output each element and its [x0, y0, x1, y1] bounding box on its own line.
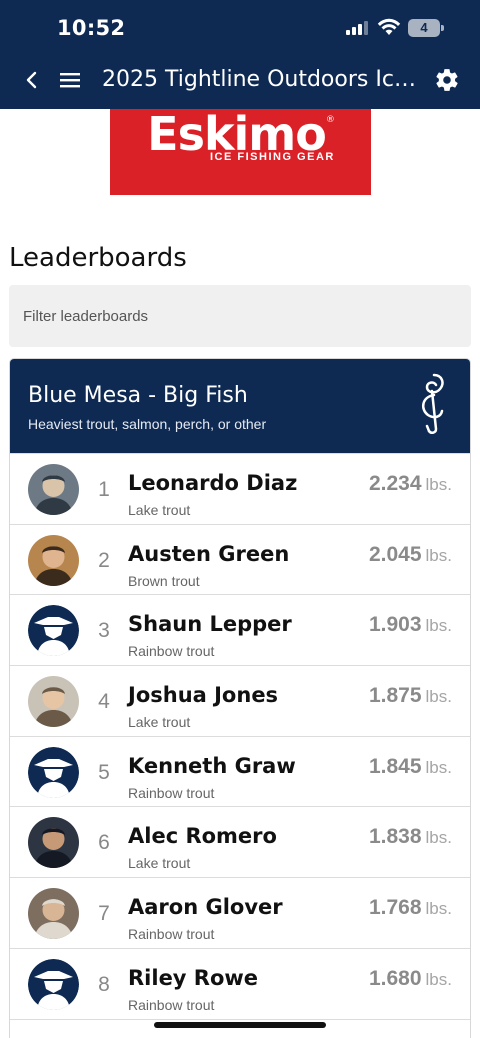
leaderboard-row[interactable]: 6 Alec Romero Lake trout 1.838 lbs.	[10, 806, 470, 878]
angler-name: Riley Rowe	[128, 965, 259, 990]
catch-weight: 1.875 lbs.	[369, 684, 452, 708]
angler-photo-avatar	[28, 676, 79, 728]
app-bar-title: 2025 Tightline Outdoors Ice Fishing Tour…	[102, 67, 420, 92]
catch-weight: 2.045 lbs.	[369, 543, 452, 567]
angler-name: Joshua Jones	[128, 683, 279, 708]
rank-number: 6	[98, 831, 110, 855]
weight-unit: lbs.	[425, 899, 452, 919]
rank-number: 3	[98, 619, 110, 643]
weight-value: 1.903	[368, 613, 422, 637]
back-chevron-icon[interactable]	[20, 68, 44, 92]
status-bar: 10:52 4	[0, 0, 480, 54]
fish-species: Rainbow trout	[128, 643, 215, 660]
cellular-signal-icon	[346, 21, 370, 35]
angler-photo-avatar	[28, 534, 79, 586]
weight-value: 1.845	[368, 754, 422, 778]
angler-name: Shaun Lepper	[128, 612, 292, 637]
default-angler-avatar-icon	[28, 958, 79, 1010]
leaderboard-header[interactable]: Blue Mesa - Big Fish Heaviest trout, sal…	[10, 359, 470, 453]
fish-species: Rainbow trout	[128, 926, 215, 943]
filter-leaderboards-input[interactable]	[9, 285, 471, 347]
weight-value: 1.875	[368, 684, 422, 708]
page-title: Leaderboards	[9, 243, 187, 273]
leaderboard-row[interactable]: 7 Aaron Glover Rainbow trout 1.768 lbs.	[10, 877, 470, 948]
fish-species: Rainbow trout	[128, 996, 215, 1013]
hamburger-menu-icon[interactable]	[58, 68, 82, 92]
wifi-icon	[377, 18, 401, 35]
angler-photo-avatar	[28, 888, 79, 940]
leaderboard-description: Heaviest trout, salmon, perch, or other	[28, 416, 267, 432]
leaderboard-row[interactable]: 2 Austen Green Brown trout 2.045 lbs.	[10, 523, 470, 595]
default-angler-avatar-icon	[28, 746, 79, 798]
angler-name: Leonardo Diaz	[128, 471, 298, 495]
status-time: 10:52	[57, 16, 126, 40]
angler-name: Alec Romero	[128, 824, 277, 849]
default-angler-avatar-icon	[28, 605, 79, 657]
angler-name: Austen Green	[128, 541, 290, 566]
weight-unit: lbs.	[425, 757, 452, 777]
app-bar: 2025 Tightline Outdoors Ice Fishing Tour…	[0, 54, 480, 109]
fish-hook-logo-icon	[421, 373, 444, 434]
rank-number: 5	[98, 760, 110, 784]
sponsor-banner[interactable]: Eskimo® ICE FISHING GEAR	[110, 107, 371, 195]
battery-tip	[441, 25, 444, 31]
angler-photo-avatar	[28, 817, 79, 869]
catch-weight: 1.768 lbs.	[369, 896, 452, 920]
weight-unit: lbs.	[425, 616, 452, 636]
angler-photo-avatar	[28, 464, 79, 515]
fish-species: Rainbow trout	[128, 784, 215, 801]
catch-weight: 2.234 lbs.	[369, 472, 452, 496]
leaderboard-row[interactable]: 8 Riley Rowe Rainbow trout 1.680 lbs.	[10, 947, 470, 1019]
leaderboard-card: Blue Mesa - Big Fish Heaviest trout, sal…	[9, 358, 471, 1038]
leaderboard-list: 1 Leonardo Diaz Lake trout 2.234 lbs. 2 Austen…	[10, 453, 470, 1038]
leaderboard-row[interactable]: 4 Joshua Jones Lake trout 1.875 lbs.	[10, 665, 470, 736]
rank-number: 8	[98, 972, 110, 996]
weight-unit: lbs.	[425, 969, 452, 989]
weight-unit: lbs.	[425, 475, 452, 494]
leaderboard-row[interactable]: 3 Shaun Lepper Rainbow trout 1.903 lbs.	[10, 594, 470, 666]
home-indicator	[154, 1022, 326, 1028]
angler-name: Aaron Glover	[128, 895, 283, 920]
sponsor-tagline: ICE FISHING GEAR	[210, 151, 335, 163]
weight-unit: lbs.	[425, 687, 452, 707]
weight-value: 1.838	[368, 825, 422, 849]
rank-number: 1	[98, 478, 110, 501]
catch-weight: 1.838 lbs.	[369, 825, 452, 849]
catch-weight: 1.680 lbs.	[369, 967, 452, 991]
weight-value: 1.680	[368, 966, 422, 990]
rank-number: 7	[98, 902, 110, 926]
battery-icon: 4	[408, 19, 440, 37]
catch-weight: 1.845 lbs.	[369, 755, 452, 779]
rank-number: 2	[98, 548, 110, 572]
weight-unit: lbs.	[425, 545, 452, 565]
weight-value: 2.234	[368, 472, 422, 495]
fish-species: Lake trout	[128, 855, 191, 872]
leaderboard-row[interactable]: 5 Kenneth Graw Rainbow trout 1.845 lbs.	[10, 735, 470, 807]
fish-species: Brown trout	[128, 572, 200, 589]
leaderboard-name: Blue Mesa - Big Fish	[28, 383, 248, 408]
weight-value: 1.768	[368, 896, 422, 920]
leaderboard-row[interactable]: 1 Leonardo Diaz Lake trout 2.234 lbs.	[10, 453, 470, 524]
fish-species: Lake trout	[128, 714, 191, 731]
catch-weight: 1.903 lbs.	[369, 613, 452, 637]
settings-gear-icon[interactable]	[434, 67, 460, 93]
weight-value: 2.045	[368, 542, 422, 566]
fish-species: Lake trout	[128, 502, 191, 518]
rank-number: 4	[98, 690, 110, 714]
weight-unit: lbs.	[425, 828, 452, 848]
angler-name: Kenneth Graw	[128, 753, 296, 778]
